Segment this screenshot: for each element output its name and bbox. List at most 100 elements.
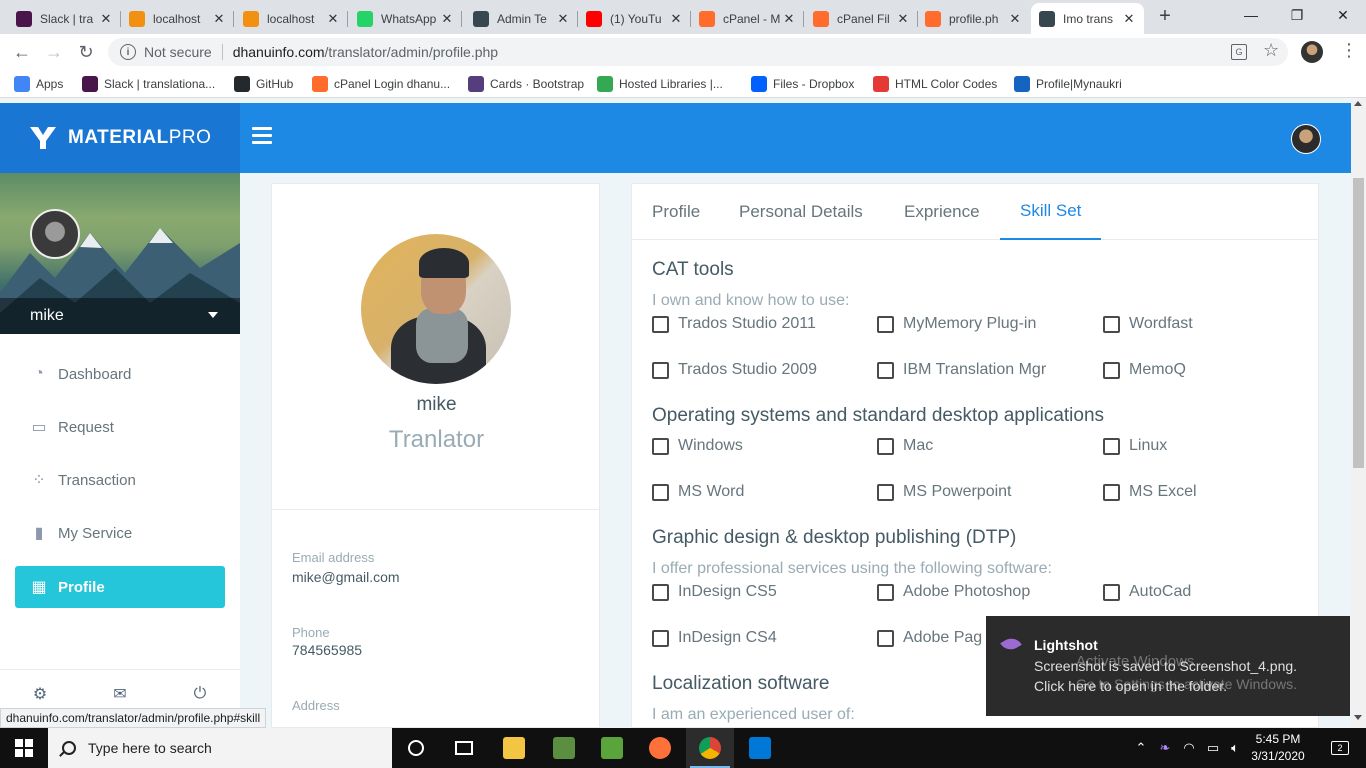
browser-tab[interactable]: Imo trans ✕ [1031, 3, 1144, 34]
close-tab-icon[interactable]: ✕ [669, 11, 683, 27]
settings-icon[interactable]: ⚙ [30, 684, 50, 704]
chrome-icon[interactable] [686, 728, 734, 768]
skill-checkbox[interactable]: Trados Studio 2009 [652, 361, 817, 379]
bookmark-star-icon[interactable]: ☆ [1263, 40, 1279, 61]
cortana-icon[interactable] [392, 728, 440, 768]
tab-personal-details[interactable]: Personal Details [719, 184, 883, 240]
skill-checkbox[interactable]: Wordfast [1103, 315, 1193, 333]
bookmark-item[interactable]: Files - Dropbox [751, 76, 854, 92]
checkbox-icon[interactable] [1103, 583, 1120, 601]
skill-checkbox[interactable]: InDesign CS4 [652, 629, 777, 647]
checkbox-icon[interactable] [652, 437, 669, 455]
power-icon[interactable]: ⏻ [190, 684, 210, 704]
browser-tab[interactable]: profile.ph ✕ [917, 3, 1030, 34]
sidebar-item-my-service[interactable]: ▮ My Service [15, 512, 225, 554]
skill-checkbox[interactable]: MS Powerpoint [877, 483, 1012, 501]
page-scrollbar[interactable] [1351, 98, 1366, 728]
close-tab-icon[interactable]: ✕ [440, 11, 454, 27]
checkbox-icon[interactable] [652, 361, 669, 379]
user-avatar[interactable] [1291, 124, 1321, 154]
sidebar-user-dropdown[interactable]: mike [0, 298, 240, 334]
skill-checkbox[interactable]: InDesign CS5 [652, 583, 777, 601]
skill-checkbox[interactable]: Adobe Photoshop [877, 583, 1030, 601]
bookmark-item[interactable]: Profile|Mynaukri [1014, 76, 1122, 92]
close-window-button[interactable]: ✕ [1320, 0, 1366, 30]
sidebar-item-transaction[interactable]: ⁘ Transaction [15, 459, 225, 501]
scroll-thumb[interactable] [1353, 178, 1364, 468]
notepad-icon[interactable] [588, 728, 636, 768]
address-bar[interactable]: i Not secure dhanuinfo.com/translator/ad… [108, 38, 1288, 66]
info-icon[interactable]: i [120, 44, 136, 60]
windows-start-icon[interactable] [0, 728, 48, 768]
checkbox-icon[interactable] [877, 437, 894, 455]
skill-checkbox[interactable]: MS Word [652, 483, 744, 501]
close-tab-icon[interactable]: ✕ [326, 11, 340, 27]
forward-icon[interactable]: → [42, 40, 66, 64]
checkbox-icon[interactable] [877, 315, 894, 333]
checkbox-icon[interactable] [1103, 437, 1120, 455]
checkbox-icon[interactable] [652, 483, 669, 501]
skill-checkbox[interactable]: MemoQ [1103, 361, 1186, 379]
close-tab-icon[interactable]: ✕ [212, 11, 226, 27]
close-tab-icon[interactable]: ✕ [896, 11, 910, 27]
browser-tab[interactable]: (1) YouTu ✕ [578, 3, 691, 34]
sidebar-item-profile[interactable]: ▦ Profile [15, 566, 225, 608]
new-tab-button[interactable]: + [1154, 5, 1176, 27]
bookmark-item[interactable]: HTML Color Codes [873, 76, 997, 92]
skill-checkbox[interactable]: IBM Translation Mgr [877, 361, 1046, 379]
bookmark-item[interactable]: Slack | translationa... [82, 76, 215, 92]
lightshot-tray-icon[interactable]: ❧ [1156, 728, 1174, 768]
skill-checkbox[interactable]: Mac [877, 437, 933, 455]
taskbar-search[interactable]: Type here to search [48, 728, 392, 768]
wifi-icon[interactable]: ◠ [1180, 728, 1198, 768]
mail-icon[interactable]: ✉ [110, 684, 130, 704]
minimize-button[interactable]: — [1228, 0, 1274, 30]
task-view-icon[interactable] [440, 728, 488, 768]
file-explorer-icon[interactable] [490, 728, 538, 768]
tray-chevron-icon[interactable]: ⌃ [1132, 728, 1150, 768]
browser-tab[interactable]: Slack | tra ✕ [8, 3, 121, 34]
skill-checkbox[interactable]: Adobe Pag [877, 629, 982, 647]
skill-checkbox[interactable]: MyMemory Plug-in [877, 315, 1036, 333]
browser-tab[interactable]: cPanel Fil ✕ [805, 3, 918, 34]
checkbox-icon[interactable] [652, 629, 669, 647]
reload-icon[interactable]: ↻ [74, 40, 98, 64]
browser-tab[interactable]: Admin Te ✕ [465, 3, 578, 34]
maximize-button[interactable]: ❐ [1274, 0, 1320, 30]
bookmark-item[interactable]: GitHub [234, 76, 293, 92]
browser-tab[interactable]: WhatsApp ✕ [349, 3, 462, 34]
tab-profile[interactable]: Profile [632, 184, 720, 240]
checkbox-icon[interactable] [1103, 361, 1120, 379]
sidebar-item-dashboard[interactable]: ◔ Dashboard [15, 353, 225, 395]
firefox-icon[interactable] [636, 728, 684, 768]
hamburger-menu-icon[interactable] [252, 127, 272, 145]
bookmark-item[interactable]: Apps [14, 76, 63, 92]
close-tab-icon[interactable]: ✕ [782, 11, 796, 27]
skill-checkbox[interactable]: Linux [1103, 437, 1167, 455]
tab-exprience[interactable]: Exprience [884, 184, 1000, 240]
bookmark-item[interactable]: cPanel Login dhanu... [312, 76, 450, 92]
vscode-icon[interactable] [736, 728, 784, 768]
checkbox-icon[interactable] [877, 483, 894, 501]
skill-checkbox[interactable]: Windows [652, 437, 743, 455]
bookmark-item[interactable]: Hosted Libraries |... [597, 76, 723, 92]
battery-icon[interactable]: ▭ [1204, 728, 1222, 768]
toast-line-2[interactable]: Click here to open in the folder. [1034, 678, 1227, 694]
volume-icon[interactable]: 🔈︎ [1226, 728, 1244, 768]
skill-checkbox[interactable]: AutoCad [1103, 583, 1191, 601]
browser-tab[interactable]: localhost ✕ [121, 3, 234, 34]
translate-icon[interactable]: G [1231, 44, 1247, 60]
bookmark-item[interactable]: Cards · Bootstrap [468, 76, 584, 92]
checkbox-icon[interactable] [877, 583, 894, 601]
close-tab-icon[interactable]: ✕ [1008, 11, 1022, 27]
profile-avatar-icon[interactable] [1301, 41, 1323, 63]
tab-skill-set[interactable]: Skill Set [1000, 184, 1102, 240]
close-tab-icon[interactable]: ✕ [99, 11, 113, 27]
checkbox-icon[interactable] [877, 361, 894, 379]
network-app-icon[interactable] [540, 728, 588, 768]
scroll-down-icon[interactable] [1354, 715, 1362, 720]
scroll-up-icon[interactable] [1354, 101, 1362, 106]
checkbox-icon[interactable] [652, 315, 669, 333]
back-icon[interactable]: ← [10, 40, 34, 64]
app-logo[interactable]: MATERIALPRO [0, 103, 240, 173]
